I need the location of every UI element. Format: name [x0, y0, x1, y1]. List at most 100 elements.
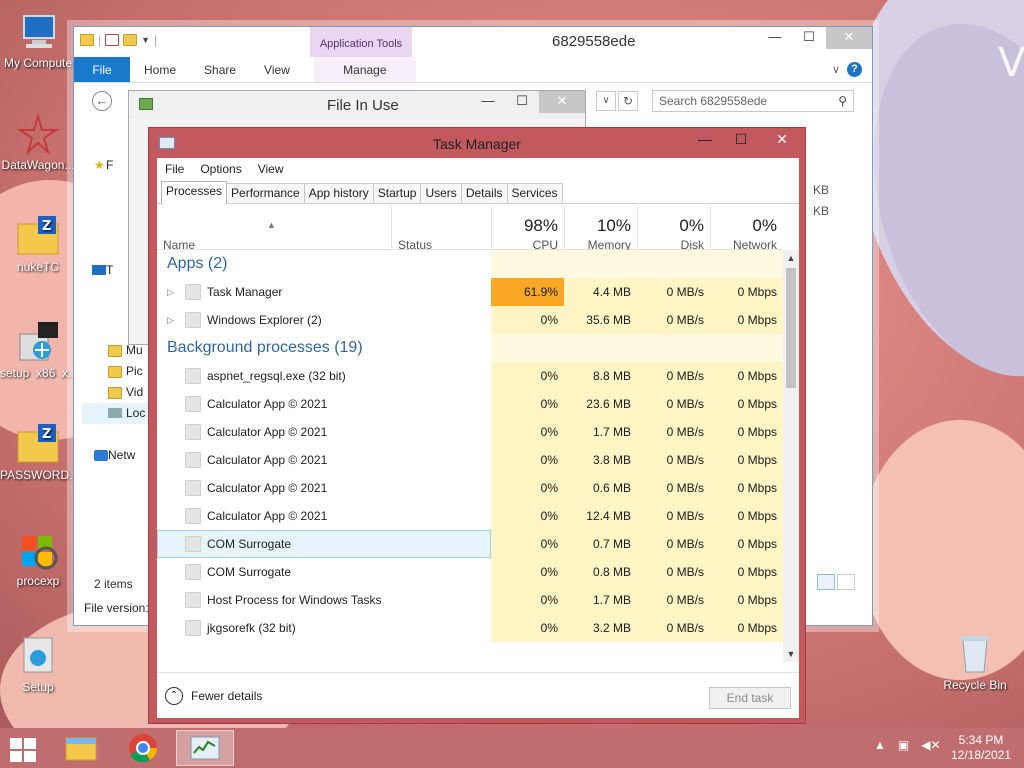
clock[interactable]: 5:34 PM 12/18/2021: [948, 733, 1014, 763]
network-value: 0 Mbps: [710, 474, 783, 502]
maximize-button[interactable]: ☐: [723, 128, 759, 152]
chevron-down-icon[interactable]: ∨: [832, 63, 840, 76]
tab-file[interactable]: File: [74, 57, 130, 82]
task-manager-icon: [159, 137, 175, 149]
installer-icon: [16, 320, 60, 364]
tab-app-history[interactable]: App history: [303, 183, 374, 203]
process-row[interactable]: ▷ Task Manager 61.9% 4.4 MB 0 MB/s 0 Mbps: [157, 278, 783, 306]
close-button[interactable]: ✕: [539, 91, 585, 113]
heat-cell: [491, 250, 564, 278]
scroll-down-icon[interactable]: ▼: [785, 648, 797, 660]
file-in-use-titlebar: File In Use — ☐ ✕: [129, 91, 585, 119]
tab-services[interactable]: Services: [506, 183, 563, 203]
tab-performance[interactable]: Performance: [226, 183, 305, 203]
tab-manage[interactable]: Manage: [313, 57, 416, 82]
minimize-button[interactable]: —: [758, 27, 792, 49]
column-header-disk[interactable]: 0% Disk: [637, 206, 710, 252]
back-button[interactable]: ←: [92, 91, 112, 111]
desktop-icon-setup-x86[interactable]: setup_x86_x...: [0, 320, 76, 380]
maximize-button[interactable]: ☐: [505, 91, 539, 113]
expand-arrow-icon[interactable]: ▷: [167, 278, 174, 306]
process-row[interactable]: Calculator App © 2021 0% 1.7 MB 0 MB/s 0 Mbp…: [157, 418, 783, 446]
process-icon: [185, 536, 201, 552]
scroll-up-icon[interactable]: ▲: [785, 252, 797, 264]
help-icon[interactable]: ?: [847, 62, 862, 77]
tab-home[interactable]: Home: [130, 57, 190, 82]
scroll-thumb[interactable]: [786, 268, 796, 388]
tab-processes[interactable]: Processes: [161, 181, 228, 204]
tab-share[interactable]: Share: [190, 57, 250, 82]
process-row[interactable]: Calculator App © 2021 0% 12.4 MB 0 MB/s 0 Mb…: [157, 502, 783, 530]
process-icon: [185, 564, 201, 580]
process-row[interactable]: Calculator App © 2021 0% 23.6 MB 0 MB/s 0 Mb…: [157, 390, 783, 418]
refresh-button[interactable]: ↻: [618, 91, 638, 111]
network-icon[interactable]: ▣: [898, 738, 909, 752]
end-task-button[interactable]: End task: [709, 687, 791, 709]
desktop-icon-setup[interactable]: Setup: [0, 634, 76, 694]
chevron-up-icon: ⌃: [165, 687, 183, 705]
process-row[interactable]: aspnet_regsql.exe (32 bit) 0% 8.8 MB 0 MB/s…: [157, 362, 783, 390]
process-list: Apps (2) ▷ Task Manager 61.9% 4.4 MB 0 MB/s 0 …: [157, 250, 783, 662]
taskbar-file-explorer[interactable]: [52, 730, 110, 766]
cpu-value: 0%: [491, 530, 564, 558]
desktop-icon-nuketc[interactable]: Z nukeTC: [0, 214, 76, 274]
process-row[interactable]: jkgsorefk (32 bit) 0% 3.2 MB 0 MB/s 0 Mbps: [157, 614, 783, 642]
properties-icon[interactable]: [105, 34, 120, 46]
tab-startup[interactable]: Startup: [372, 183, 422, 203]
show-hidden-icons-icon[interactable]: ▲: [874, 738, 886, 752]
network-value: 0 Mbps: [710, 418, 783, 446]
desktop-icon-procexp[interactable]: procexp: [0, 528, 76, 588]
tab-strip: Processes Performance App history Startu…: [157, 180, 799, 204]
menu-file[interactable]: File: [165, 158, 184, 180]
group-header: Apps (2): [157, 250, 783, 278]
process-row[interactable]: Host Process for Windows Tasks 0% 1.7 MB 0 …: [157, 586, 783, 614]
start-button[interactable]: [10, 738, 38, 762]
search-icon: ⚲: [838, 94, 847, 108]
taskbar-chrome[interactable]: [114, 730, 172, 766]
menu-view[interactable]: View: [258, 158, 284, 180]
column-header-name[interactable]: ▲ Name: [157, 206, 391, 252]
taskbar: ▲ ▣ ◀✕ 5:34 PM 12/18/2021: [0, 728, 1024, 768]
explorer-window-controls: — ☐ ✕: [758, 27, 872, 49]
taskbar-task-manager[interactable]: [176, 730, 234, 766]
tab-users[interactable]: Users: [420, 183, 462, 203]
details-view-button[interactable]: [817, 574, 835, 590]
customize-qat-icon[interactable]: ▼: [141, 35, 150, 45]
heat-cell: [637, 334, 710, 362]
tab-view[interactable]: View: [250, 57, 304, 82]
column-header-network[interactable]: 0% Network: [710, 206, 783, 252]
desktop-icon-datawagon[interactable]: DataWagon...: [0, 112, 76, 172]
column-header-cpu[interactable]: 98% CPU: [491, 206, 564, 252]
network-value: 0 Mbps: [710, 502, 783, 530]
close-button[interactable]: ✕: [826, 27, 872, 49]
close-button[interactable]: ✕: [759, 128, 805, 152]
desktop-icon-my-computer[interactable]: My Compute: [0, 10, 76, 70]
folder-icon[interactable]: [80, 34, 94, 46]
large-icons-view-button[interactable]: [837, 574, 855, 590]
desktop-icon-password[interactable]: Z PASSWORD...: [0, 422, 76, 482]
process-row[interactable]: ▷ Windows Explorer (2) 0% 35.6 MB 0 MB/s 0 Mb…: [157, 306, 783, 334]
process-row[interactable]: COM Surrogate 0% 0.8 MB 0 MB/s 0 Mbps: [157, 558, 783, 586]
process-row[interactable]: COM Surrogate 0% 0.7 MB 0 MB/s 0 Mbps: [157, 530, 783, 558]
process-row[interactable]: Calculator App © 2021 0% 0.6 MB 0 MB/s 0 Mbp…: [157, 474, 783, 502]
process-name: aspnet_regsql.exe (32 bit): [207, 369, 346, 383]
desktop-icon-recycle-bin[interactable]: Recycle Bin: [937, 632, 1013, 692]
search-input[interactable]: Search 6829558ede ⚲: [652, 90, 854, 112]
maximize-button[interactable]: ☐: [792, 27, 826, 49]
task-manager-footer: ⌃ Fewer details End task: [157, 672, 799, 718]
fewer-details-button[interactable]: ⌃ Fewer details: [165, 687, 262, 705]
vertical-scrollbar[interactable]: ▲ ▼: [783, 250, 799, 662]
menu-options[interactable]: Options: [200, 158, 241, 180]
separator: |: [98, 33, 102, 47]
process-row[interactable]: Calculator App © 2021 0% 3.8 MB 0 MB/s 0 Mbp…: [157, 446, 783, 474]
column-header-memory[interactable]: 10% Memory: [564, 206, 637, 252]
tab-details[interactable]: Details: [460, 183, 508, 203]
heat-cell: [710, 334, 783, 362]
new-folder-icon[interactable]: [123, 34, 138, 46]
expand-arrow-icon[interactable]: ▷: [167, 306, 174, 334]
volume-muted-icon[interactable]: ◀✕: [921, 738, 940, 752]
column-header-status[interactable]: Status: [391, 206, 491, 252]
minimize-button[interactable]: —: [687, 128, 723, 152]
minimize-button[interactable]: —: [471, 91, 505, 113]
address-dropdown-button[interactable]: ∨: [596, 91, 616, 111]
